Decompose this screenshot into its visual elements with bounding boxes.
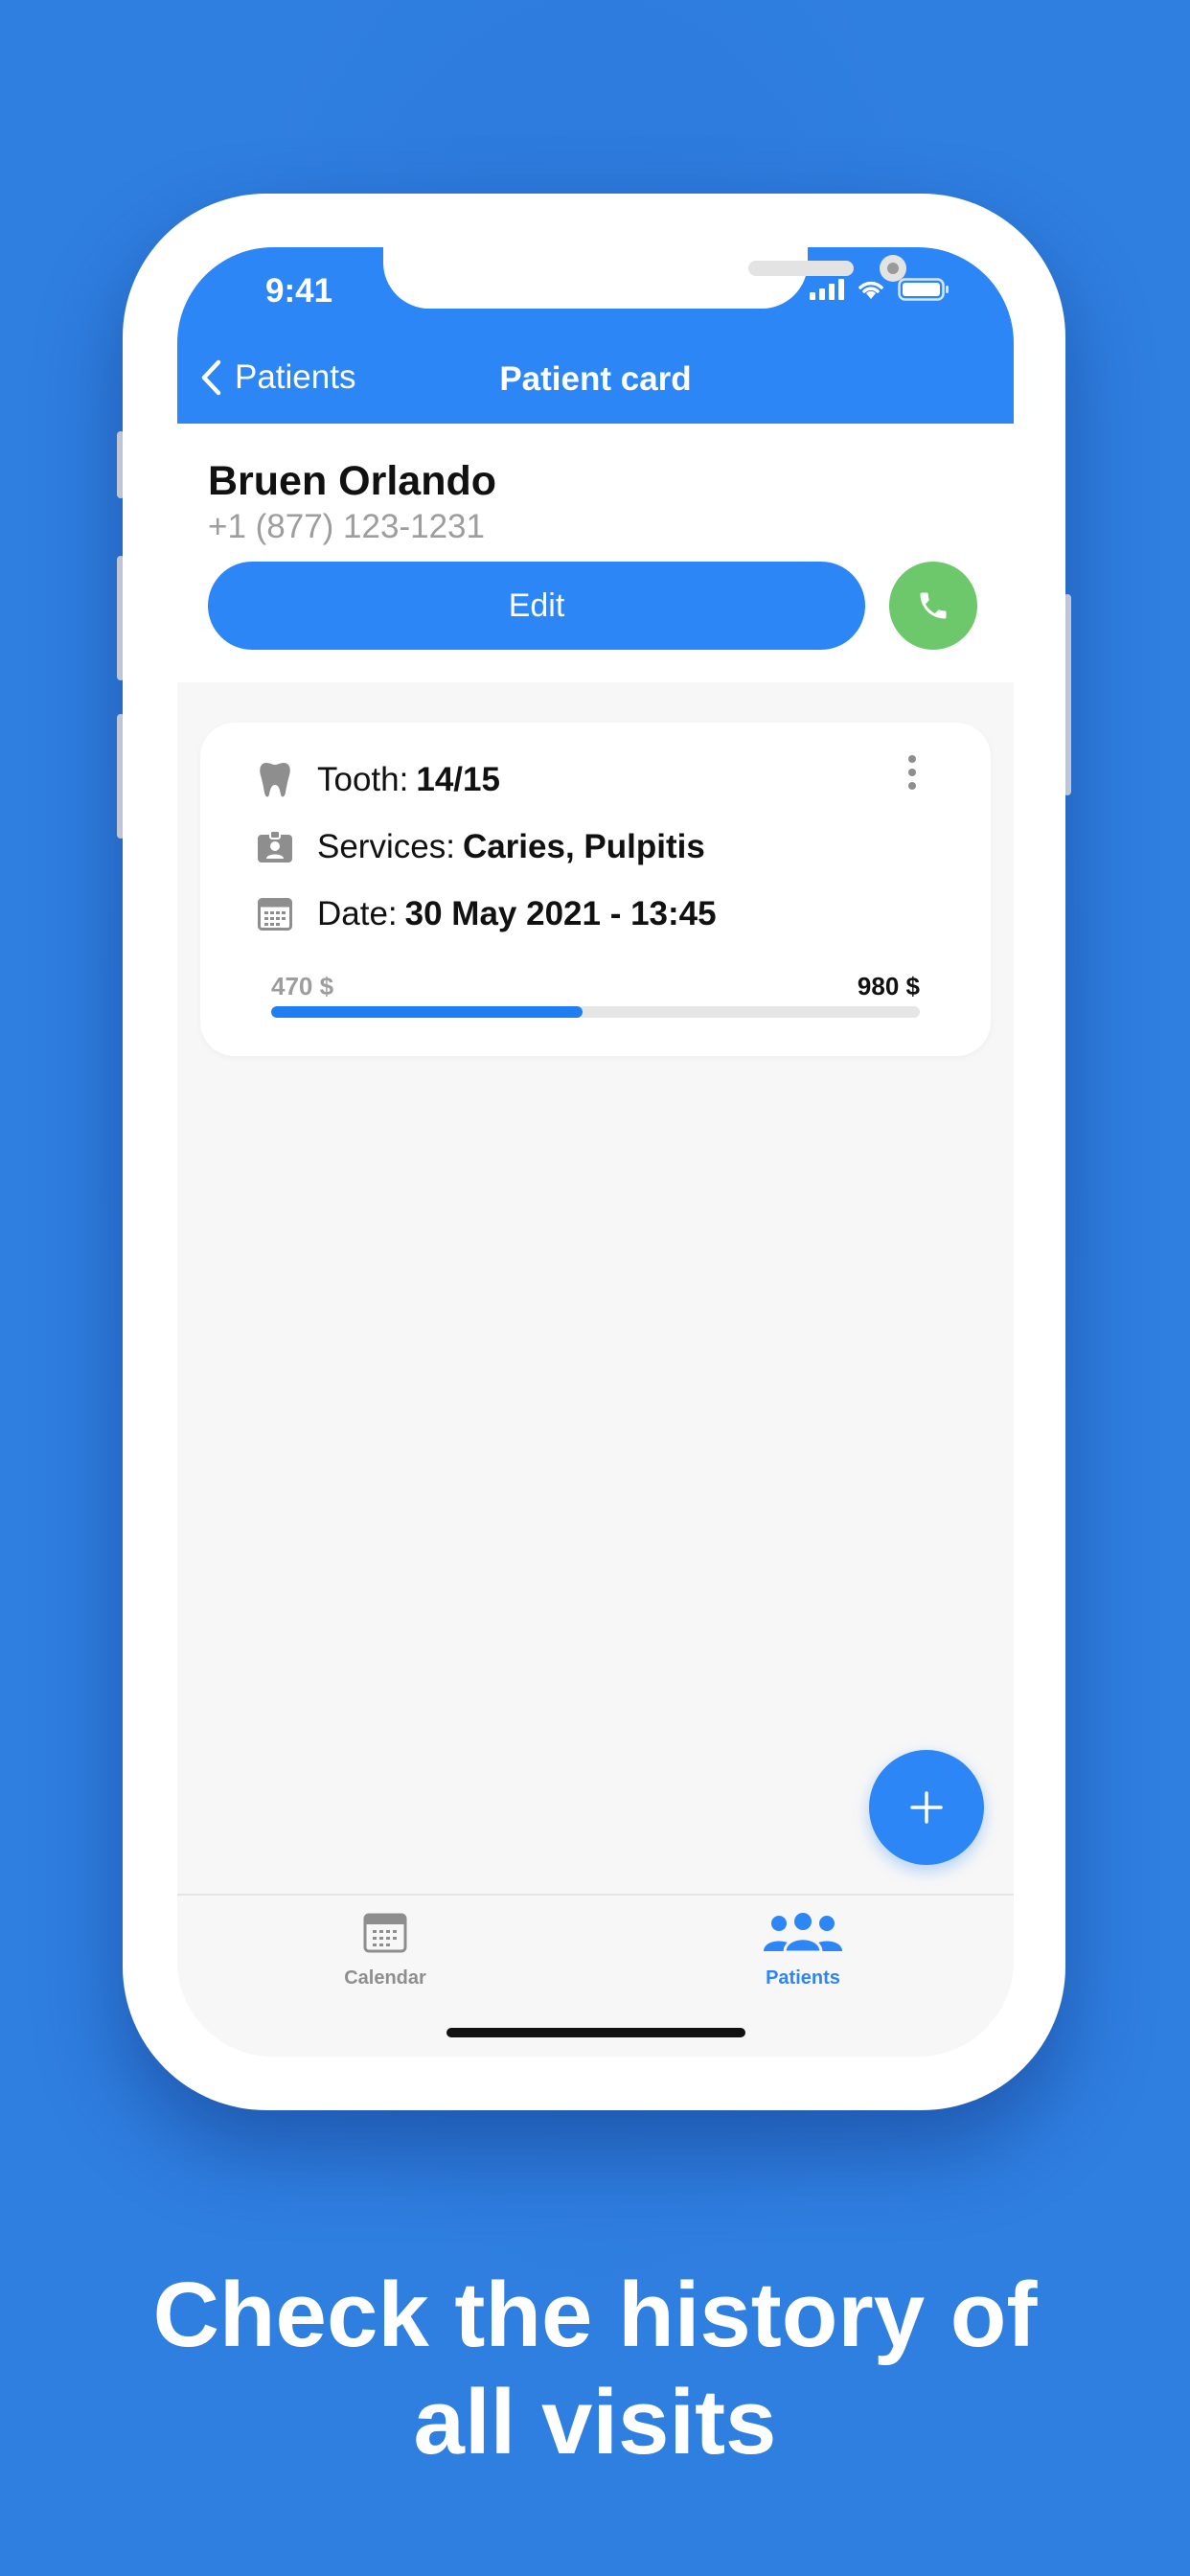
tooth-row: Tooth: 14/15 [256, 761, 500, 799]
call-button[interactable] [889, 562, 977, 650]
page-title: Patient card [499, 360, 692, 398]
payment-progress-bar [271, 1006, 920, 1018]
date-label: Date: [317, 895, 398, 932]
total-amount: 980 $ [857, 972, 920, 1000]
signal-icon [810, 279, 844, 300]
phone-screen: 9:41 Patients Patient card Bruen Orlando… [177, 247, 1014, 2057]
plus-icon [910, 1791, 943, 1824]
payment-progress-fill [271, 1006, 583, 1018]
tab-patients-label: Patients [766, 1967, 840, 1989]
wifi-icon [858, 281, 883, 299]
patient-info: Bruen Orlando +1 (877) 123-1231 Edit [177, 424, 1014, 682]
tab-calendar[interactable]: Calendar [289, 1913, 481, 1990]
tooth-value: 14/15 [416, 761, 500, 798]
badge-icon [256, 828, 294, 866]
phone-icon [920, 592, 947, 619]
notch [383, 247, 906, 309]
status-icons [810, 278, 950, 301]
tab-calendar-label: Calendar [344, 1967, 426, 1989]
tooth-icon [256, 761, 294, 799]
services-value: Caries, Pulpitis [462, 828, 705, 865]
calendar-icon [256, 895, 294, 933]
tooth-label: Tooth: [317, 761, 409, 798]
calendar-icon [363, 1913, 407, 1953]
tab-patients[interactable]: Patients [707, 1913, 899, 1990]
marketing-tagline: Check the history of all visits [0, 2262, 1190, 2476]
services-row: Services: Caries, Pulpitis [256, 828, 705, 866]
app-header: 9:41 Patients Patient card [177, 247, 1014, 424]
paid-amount: 470 $ [271, 972, 334, 1000]
add-visit-button[interactable] [869, 1750, 984, 1865]
visit-card[interactable]: Tooth: 14/15 Services: Caries, Pulpitis [200, 723, 991, 1056]
date-row: Date: 30 May 2021 - 13:45 [256, 895, 717, 933]
people-icon [764, 1913, 842, 1954]
tagline-line-1: Check the history of [152, 2264, 1038, 2366]
tagline-line-2: all visits [413, 2371, 777, 2473]
battery-icon [898, 278, 949, 301]
services-label: Services: [317, 828, 455, 865]
speaker [748, 261, 854, 276]
home-indicator [446, 2028, 745, 2037]
patient-phone: +1 (877) 123-1231 [208, 508, 485, 545]
more-options-icon[interactable] [905, 755, 919, 795]
patient-name: Bruen Orlando [208, 458, 497, 504]
date-value: 30 May 2021 - 13:45 [404, 895, 717, 932]
edit-button[interactable]: Edit [208, 562, 865, 650]
status-time: 9:41 [265, 272, 333, 310]
